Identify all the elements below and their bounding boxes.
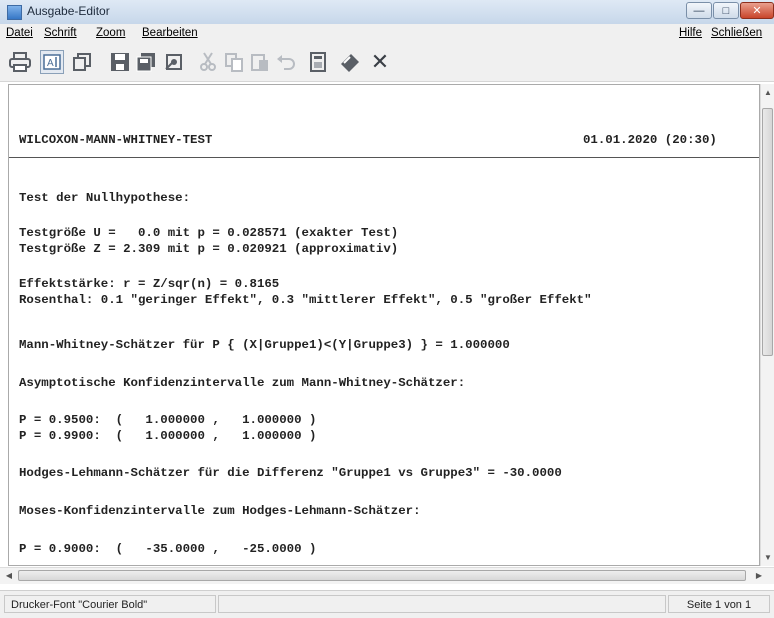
menu-schliessen[interactable]: Schließen (711, 27, 762, 39)
doc-line: Mann-Whitney-Schätzer für P { (X|Gruppe1… (19, 338, 510, 352)
horizontal-scrollbar[interactable]: ◀ ▶ (0, 567, 774, 584)
cut-icon[interactable] (196, 50, 220, 74)
save-icon[interactable] (108, 50, 132, 74)
doc-line: Asymptotische Konfidenzintervalle zum Ma… (19, 376, 466, 390)
scroll-up-arrow-icon[interactable]: ▲ (761, 88, 774, 97)
settings-icon[interactable] (162, 50, 186, 74)
paste-icon[interactable] (248, 50, 272, 74)
status-bar: Drucker-Font "Courier Bold" Seite 1 von … (0, 590, 774, 618)
report-title: WILCOXON-MANN-WHITNEY-TEST (19, 133, 213, 147)
save-as-icon[interactable] (134, 50, 158, 74)
menu-datei[interactable]: Datei (6, 27, 33, 39)
window-title: Ausgabe-Editor (27, 4, 110, 18)
report-date: 01.01.2020 (20:30) (583, 133, 717, 147)
close-window-button[interactable]: ✕ (740, 2, 774, 19)
doc-line: Moses-Konfidenzintervalle zum Hodges-Leh… (19, 504, 421, 518)
header-divider (9, 157, 759, 158)
maximize-button[interactable]: □ (713, 2, 739, 19)
copy-window-icon[interactable] (70, 50, 94, 74)
svg-text:A: A (47, 58, 54, 69)
undo-icon[interactable] (274, 50, 298, 74)
status-font: Drucker-Font "Courier Bold" (4, 595, 216, 613)
scroll-left-arrow-icon[interactable]: ◀ (2, 571, 16, 580)
vertical-scrollbar[interactable]: ▲ ▼ (760, 84, 774, 566)
title-bar: Ausgabe-Editor — □ ✕ (0, 0, 774, 25)
menu-hilfe[interactable]: Hilfe (679, 27, 702, 39)
output-document[interactable]: WILCOXON-MANN-WHITNEY-TEST 01.01.2020 (2… (8, 84, 760, 566)
status-page: Seite 1 von 1 (668, 595, 770, 613)
app-icon (7, 5, 22, 20)
doc-line: Testgröße Z = 2.309 mit p = 0.020921 (ap… (19, 242, 399, 256)
doc-line: Hodges-Lehmann-Schätzer für die Differen… (19, 466, 562, 480)
toolbar: A ✕ (0, 43, 774, 82)
window-controls: — □ ✕ (685, 2, 774, 20)
copy-icon[interactable] (222, 50, 246, 74)
menu-bar: Datei Schrift Zoom Bearbeiten Hilfe Schl… (0, 24, 774, 43)
doc-line: Testgröße U = 0.0 mit p = 0.028571 (exak… (19, 226, 399, 240)
edit-icon[interactable] (338, 50, 362, 74)
doc-line: P = 0.9500: ( 1.000000 , 1.000000 ) (19, 413, 317, 427)
menu-schrift[interactable]: Schrift (44, 27, 77, 39)
close-icon[interactable]: ✕ (368, 49, 392, 74)
doc-line: Effektstärke: r = Z/sqr(n) = 0.8165 (19, 277, 280, 291)
doc-line: P = 0.9000: ( -35.0000 , -25.0000 ) (19, 542, 317, 556)
menu-zoom[interactable]: Zoom (96, 27, 125, 39)
doc-line: Rosenthal: 0.1 "geringer Effekt", 0.3 "m… (19, 293, 592, 307)
horizontal-scroll-thumb[interactable] (18, 570, 746, 581)
menu-bearbeiten[interactable]: Bearbeiten (142, 27, 198, 39)
scroll-right-arrow-icon[interactable]: ▶ (752, 571, 766, 580)
text-select-icon[interactable]: A (40, 50, 64, 74)
doc-line: Test der Nullhypothese: (19, 191, 191, 205)
minimize-button[interactable]: — (686, 2, 712, 19)
printer-icon[interactable] (8, 50, 32, 74)
calculator-icon[interactable] (306, 50, 330, 74)
status-spacer (218, 595, 666, 613)
vertical-scroll-thumb[interactable] (762, 108, 773, 356)
doc-line: P = 0.9900: ( 1.000000 , 1.000000 ) (19, 429, 317, 443)
scroll-down-arrow-icon[interactable]: ▼ (761, 553, 774, 562)
